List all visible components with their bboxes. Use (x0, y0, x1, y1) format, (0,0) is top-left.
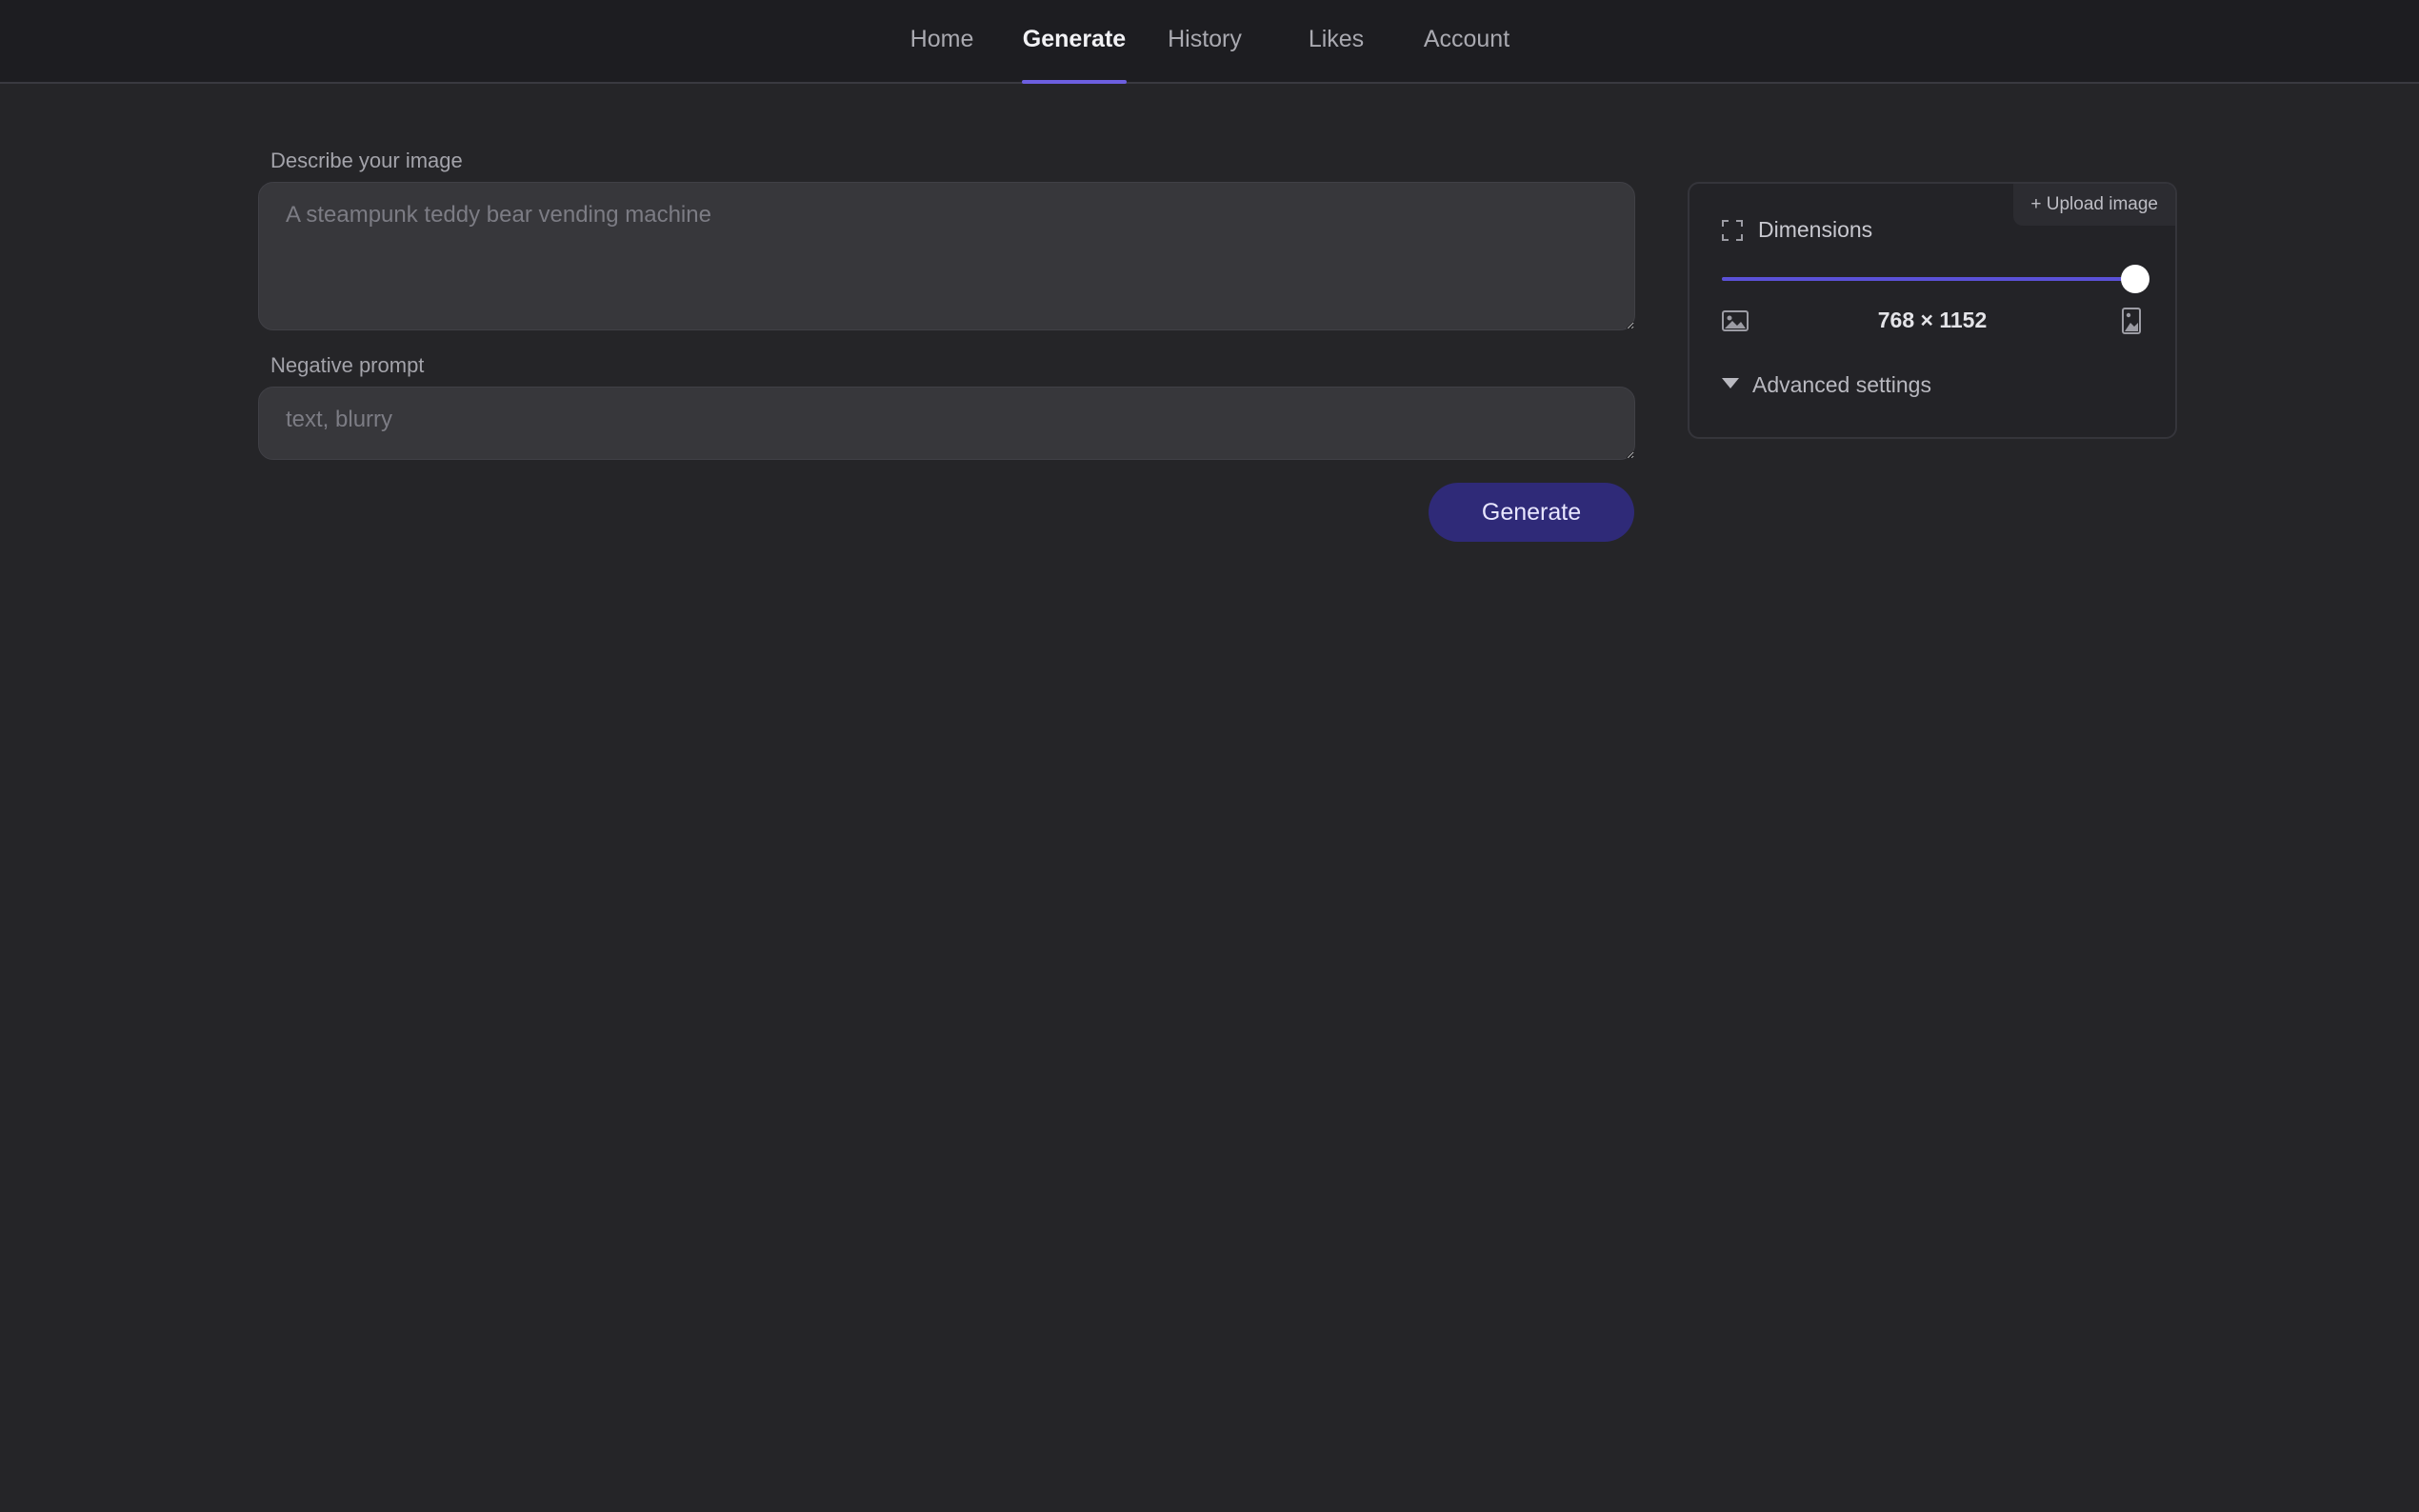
portrait-image-icon[interactable] (2122, 308, 2141, 334)
negative-prompt-label: Negative prompt (270, 353, 425, 377)
nav-likes[interactable]: Likes (1308, 0, 1365, 82)
nav-account[interactable]: Account (1422, 0, 1511, 82)
settings-panel: + Upload image Dimensions 768 × 1152 Adv… (1688, 182, 2177, 439)
top-nav: Home Generate History Likes Account (0, 0, 2419, 84)
nav-home[interactable]: Home (910, 0, 974, 82)
dimensions-label: Dimensions (1758, 217, 1873, 242)
negative-prompt-input[interactable] (258, 387, 1635, 460)
dimensions-slider[interactable] (1722, 265, 2149, 293)
prompt-input[interactable] (258, 182, 1635, 330)
dimensions-value: 768 × 1152 (1877, 308, 1988, 332)
prompt-label: Describe your image (270, 149, 463, 172)
advanced-settings-toggle[interactable]: Advanced settings (1722, 372, 1931, 401)
slider-fill (1722, 277, 2135, 281)
expand-icon (1722, 220, 1743, 241)
nav-generate[interactable]: Generate (1022, 0, 1127, 84)
slider-thumb[interactable] (2121, 265, 2149, 293)
advanced-settings-label: Advanced settings (1752, 372, 1931, 397)
nav-history[interactable]: History (1165, 0, 1245, 82)
upload-image-button[interactable]: + Upload image (2013, 184, 2175, 226)
generate-button[interactable]: Generate (1429, 483, 1634, 542)
caret-down-icon (1722, 378, 1739, 388)
